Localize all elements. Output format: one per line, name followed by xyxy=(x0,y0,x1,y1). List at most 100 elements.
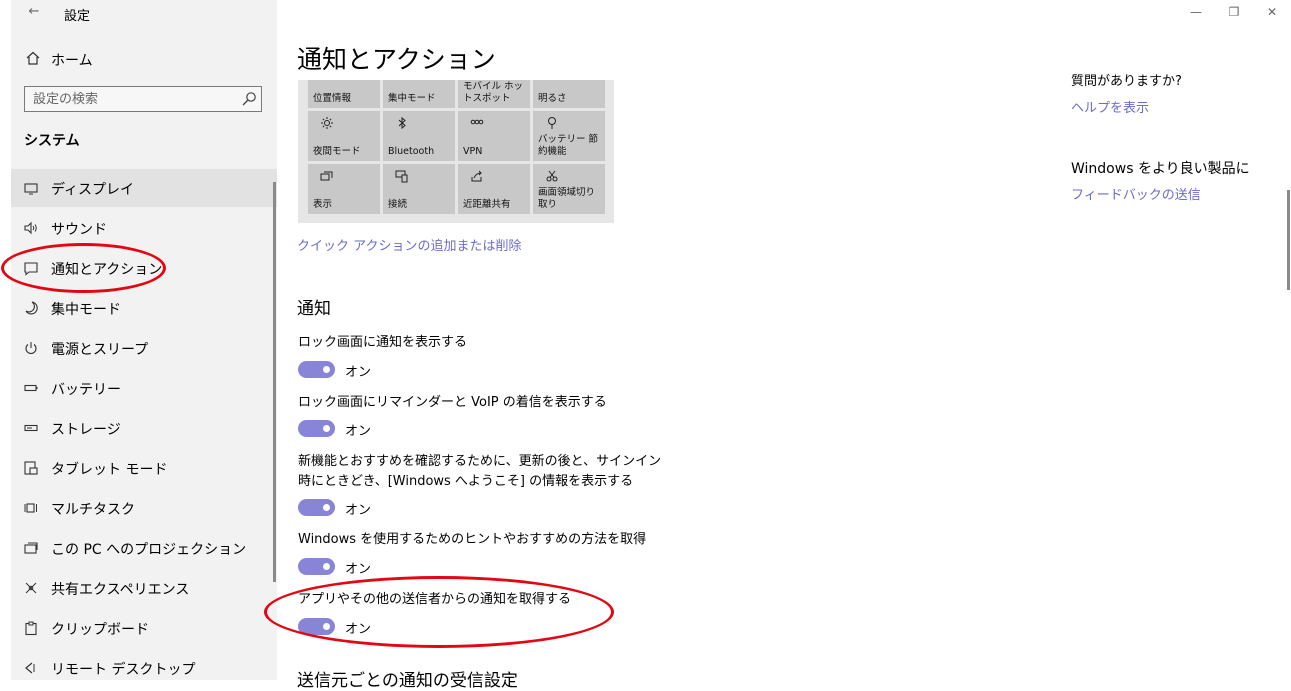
qa-tile-project[interactable]: 表示 xyxy=(308,164,380,214)
qa-tile-label: 位置情報 xyxy=(313,93,352,104)
quick-actions-edit-link[interactable]: クイック アクションの追加または削除 xyxy=(297,235,521,254)
tablet-icon xyxy=(24,461,38,475)
annotation-oval xyxy=(264,576,614,648)
qa-tile-location[interactable]: 位置情報 xyxy=(308,80,380,108)
sidebar-item-label: ディスプレイ xyxy=(51,182,135,198)
qa-tile-label: VPN xyxy=(463,146,483,157)
qa-tile-label: Bluetooth xyxy=(388,146,435,157)
minimize-icon: — xyxy=(1190,5,1202,19)
display-icon xyxy=(24,183,38,195)
notifications-heading: 通知 xyxy=(297,299,331,319)
sidebar-item-power[interactable]: 電源とスリープ xyxy=(11,329,277,367)
toggle-knob xyxy=(323,425,330,432)
toggle-knob xyxy=(323,563,330,570)
sidebar-item-label: ストレージ xyxy=(51,422,121,438)
qa-tile-bluetooth[interactable]: Bluetooth xyxy=(383,111,455,161)
sidebar-item-focus-mode[interactable]: 集中モード xyxy=(11,289,277,327)
multitask-icon xyxy=(24,503,37,513)
main-scrollbar[interactable] xyxy=(1287,190,1290,290)
per-sender-heading: 送信元ごとの通知の受信設定 xyxy=(297,671,518,691)
setting-label: Windows を使用するためのヒントやおすすめの方法を取得 xyxy=(298,532,647,547)
shared-icon xyxy=(25,582,37,594)
sidebar: ← 設定 ホーム システム ディスプレイ サウンド 通知とアクション 集中モード… xyxy=(11,0,277,680)
qa-tile-hotspot[interactable]: モバイル ホットスポット xyxy=(458,80,530,108)
vpn-icon xyxy=(470,119,484,125)
sidebar-item-label: 共有エクスペリエンス xyxy=(51,582,190,598)
sidebar-item-clipboard[interactable]: クリップボード xyxy=(11,609,277,647)
sidebar-item-sound[interactable]: サウンド xyxy=(11,209,277,247)
toggle-knob xyxy=(323,504,330,511)
power-icon xyxy=(25,342,37,355)
sidebar-item-remote-desktop[interactable]: リモート デスクトップ xyxy=(11,649,277,680)
feedback-link[interactable]: フィードバックの送信 xyxy=(1071,184,1201,203)
toggle-state-label: オン xyxy=(345,424,372,439)
sidebar-item-battery[interactable]: バッテリー xyxy=(11,369,277,407)
qa-tile-label: 表示 xyxy=(313,199,333,210)
sidebar-item-label: 電源とスリープ xyxy=(51,342,149,358)
lock-screen-reminders-toggle[interactable] xyxy=(298,420,335,437)
page-title: 通知とアクション xyxy=(297,45,496,74)
qa-tile-label: バッテリー 節約機能 xyxy=(538,134,599,157)
qa-tile-label: モバイル ホットスポット xyxy=(463,81,524,104)
sidebar-item-display[interactable]: ディスプレイ xyxy=(11,169,277,207)
toggle-state-label: オン xyxy=(345,503,372,518)
sidebar-item-label: マルチタスク xyxy=(51,502,135,518)
qa-tile-focus[interactable]: 集中モード xyxy=(383,80,455,108)
sidebar-item-label: リモート デスクトップ xyxy=(51,662,196,678)
welcome-experience-toggle[interactable] xyxy=(298,499,335,516)
setting-label: ロック画面に通知を表示する xyxy=(298,335,468,350)
storage-icon xyxy=(24,424,38,432)
qa-tile-label: 接続 xyxy=(388,199,408,210)
lock-screen-notifications-toggle[interactable] xyxy=(298,361,335,378)
search-input[interactable] xyxy=(33,90,233,108)
sidebar-item-label: ホーム xyxy=(51,53,93,69)
qa-tile-vpn[interactable]: VPN xyxy=(458,111,530,161)
qa-tile-brightness[interactable]: 明るさ xyxy=(533,80,605,108)
minimize-button[interactable]: — xyxy=(1178,0,1214,24)
help-link[interactable]: ヘルプを表示 xyxy=(1071,97,1149,116)
brightness-icon xyxy=(321,117,333,129)
nearby-share-icon xyxy=(471,170,482,182)
qa-tile-nearby-share[interactable]: 近距離共有 xyxy=(458,164,530,214)
qa-tile-battery-saver[interactable]: バッテリー 節約機能 xyxy=(533,111,605,161)
clipboard-icon xyxy=(25,621,37,636)
back-button[interactable]: ← xyxy=(23,2,45,22)
qa-tile-snip[interactable]: 画面領域切り取り xyxy=(533,164,605,214)
battery-saver-icon xyxy=(548,117,556,129)
sidebar-scrollbar[interactable] xyxy=(273,182,276,582)
sidebar-item-label: サウンド xyxy=(51,222,107,238)
qa-tile-label: 夜間モード xyxy=(313,146,361,157)
toggle-state-label: オン xyxy=(345,365,372,380)
sidebar-item-storage[interactable]: ストレージ xyxy=(11,409,277,447)
qa-tile-connect[interactable]: 接続 xyxy=(383,164,455,214)
bluetooth-icon xyxy=(398,116,406,130)
sidebar-item-projection[interactable]: この PC へのプロジェクション xyxy=(11,529,277,567)
setting-label: ロック画面にリマインダーと VoIP の着信を表示する xyxy=(298,395,607,410)
speaker-icon xyxy=(24,221,37,235)
snip-icon xyxy=(546,170,558,182)
qa-tile-night-light[interactable]: 夜間モード xyxy=(308,111,380,161)
sidebar-item-tablet-mode[interactable]: タブレット モード xyxy=(11,449,277,487)
restore-button[interactable]: ❐ xyxy=(1216,0,1252,24)
quick-actions-panel: 位置情報 集中モード モバイル ホットスポット 明るさ 夜間モード Blueto… xyxy=(298,80,614,223)
setting-label: 新機能とおすすめを確認するために、更新の後と、サインイン時にときどき、[Wind… xyxy=(298,454,662,489)
sidebar-item-label: この PC へのプロジェクション xyxy=(51,542,247,558)
battery-icon xyxy=(24,384,38,392)
sidebar-item-home[interactable]: ホーム xyxy=(11,46,277,72)
restore-icon: ❐ xyxy=(1228,5,1240,19)
tips-toggle[interactable] xyxy=(298,558,335,575)
sidebar-item-label: バッテリー xyxy=(51,382,121,398)
search-box[interactable] xyxy=(24,86,262,112)
app-title: 設定 xyxy=(64,9,91,24)
sidebar-item-shared-experiences[interactable]: 共有エクスペリエンス xyxy=(11,569,277,607)
toggle-state-label: オン xyxy=(345,562,372,577)
qa-tile-label: 近距離共有 xyxy=(463,199,511,210)
moon-icon xyxy=(25,301,38,315)
sidebar-item-label: 集中モード xyxy=(51,302,121,318)
close-button[interactable]: ✕ xyxy=(1254,0,1290,24)
sidebar-item-label: クリップボード xyxy=(51,622,149,638)
connect-icon xyxy=(395,170,408,183)
feedback-heading: Windows をより良い製品に xyxy=(1071,161,1250,177)
sidebar-item-multitask[interactable]: マルチタスク xyxy=(11,489,277,527)
section-title: システム xyxy=(24,133,80,149)
